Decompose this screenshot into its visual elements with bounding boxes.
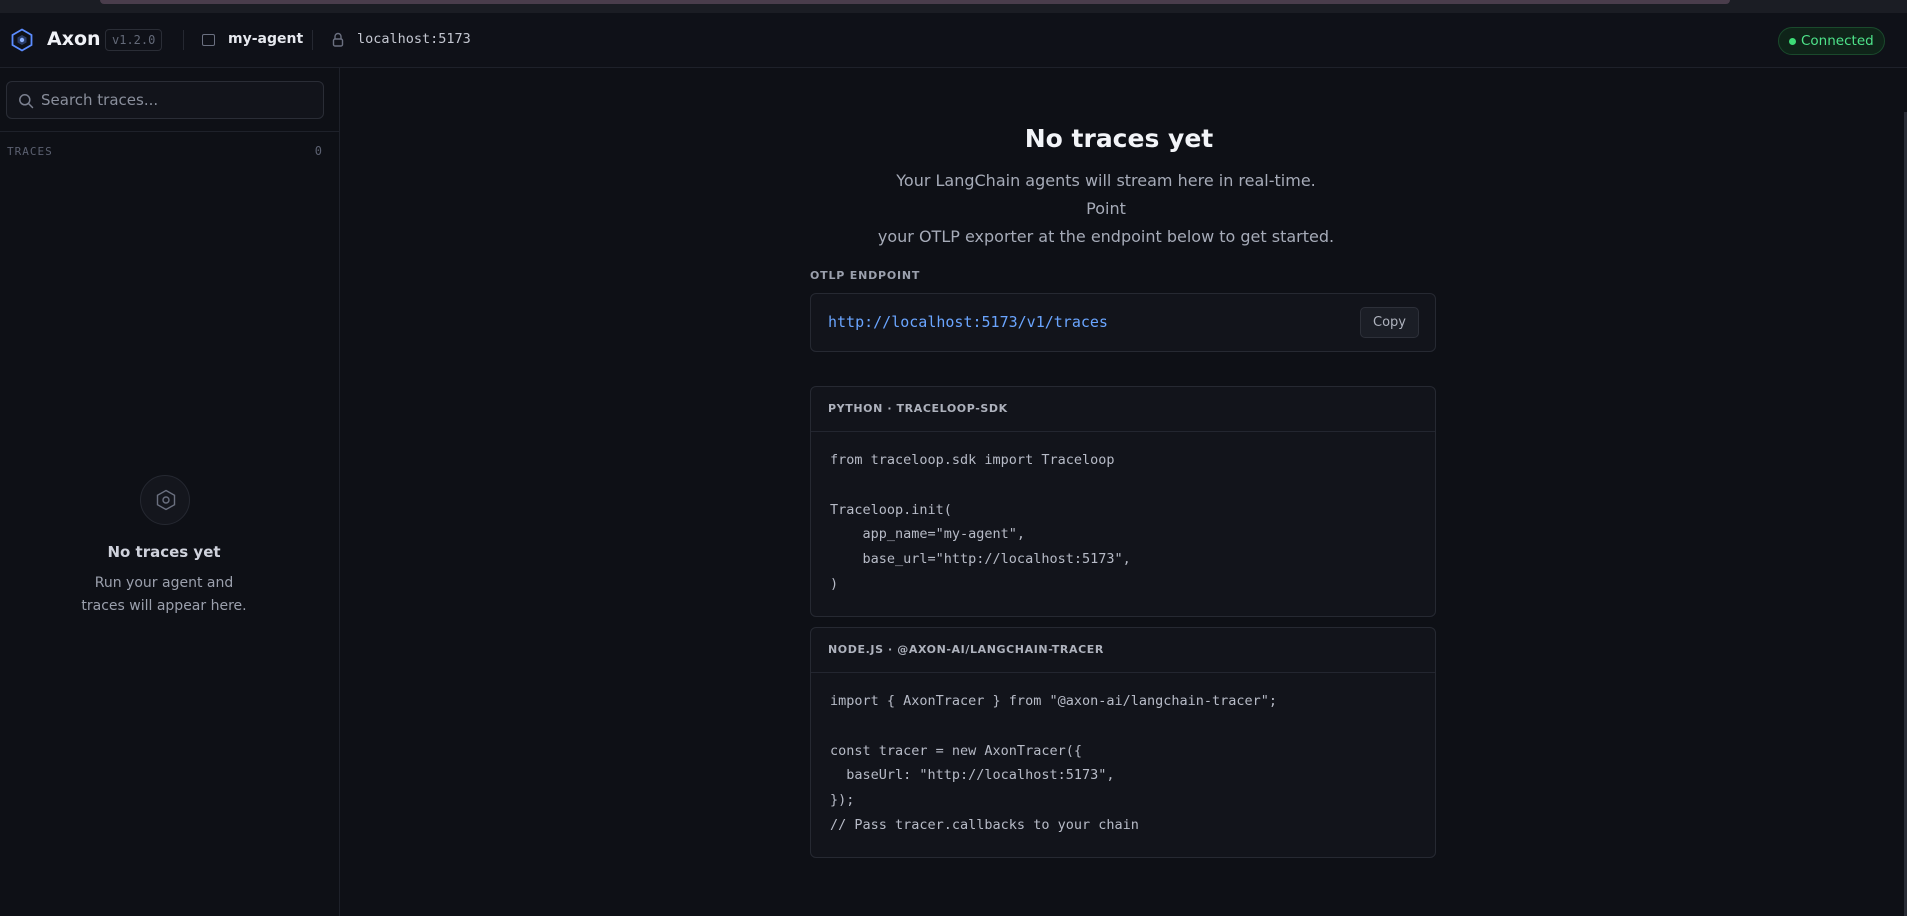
card-title: PYTHON · TRACELOOP-SDK (811, 387, 1435, 432)
version-badge: v1.2.0 (105, 29, 163, 51)
endpoint-box: http://localhost:5173/v1/traces Copy (810, 293, 1436, 352)
folder-icon (202, 34, 215, 46)
traces-count: 0 (314, 144, 322, 158)
card-title: NODE.JS · @AXON-AI/LANGCHAIN-TRACER (811, 628, 1435, 673)
sidebar-divider (0, 131, 340, 132)
lock-icon (332, 32, 344, 48)
page-title: No traces yet (1024, 124, 1214, 153)
endpoint-url[interactable]: http://localhost:5173/v1/traces (828, 313, 1108, 331)
brand-name: Axon (47, 28, 101, 50)
connection-status-badge: Connected (1778, 27, 1885, 55)
code-snippet[interactable]: from traceloop.sdk import Traceloop Trac… (811, 432, 1435, 597)
description-line: your OTLP exporter at the endpoint below… (877, 227, 1335, 246)
header-divider (183, 30, 184, 50)
hexagon-logo-icon (10, 28, 34, 52)
page-description: Your LangChain agents will stream here i… (876, 167, 1336, 251)
main-panel: No traces yet Your LangChain agents will… (341, 68, 1907, 916)
status-label: Connected (1801, 33, 1874, 49)
sidebar: TRACES 0 No traces yet Run your agent an… (0, 68, 340, 916)
endpoint-label: OTLP ENDPOINT (810, 269, 921, 282)
empty-state-description: Run your agent and traces will appear he… (0, 572, 328, 618)
description-line: Your LangChain agents will stream here i… (896, 171, 1316, 218)
project-name[interactable]: my-agent (228, 31, 303, 47)
hexagon-icon (140, 475, 190, 525)
host-address: localhost:5173 (357, 31, 471, 47)
empty-state-line: Run your agent and (94, 575, 234, 591)
code-snippet[interactable]: import { AxonTracer } from "@axon-ai/lan… (811, 673, 1435, 838)
copy-button[interactable]: Copy (1360, 307, 1419, 338)
empty-state-line: traces will appear here. (81, 598, 247, 614)
traces-section-label: TRACES (7, 145, 53, 158)
app-header: Axon v1.2.0 my-agent localhost:5173 Conn… (0, 13, 1907, 68)
search-box[interactable] (6, 81, 324, 119)
python-snippet-card: PYTHON · TRACELOOP-SDK from traceloop.sd… (810, 386, 1436, 617)
header-divider (312, 30, 313, 50)
empty-state-title: No traces yet (107, 543, 221, 561)
search-input[interactable] (41, 82, 311, 118)
status-dot-icon (1789, 38, 1796, 45)
node-snippet-card: NODE.JS · @AXON-AI/LANGCHAIN-TRACER impo… (810, 627, 1436, 858)
window-top-strip (0, 0, 1907, 13)
search-icon (18, 93, 34, 109)
